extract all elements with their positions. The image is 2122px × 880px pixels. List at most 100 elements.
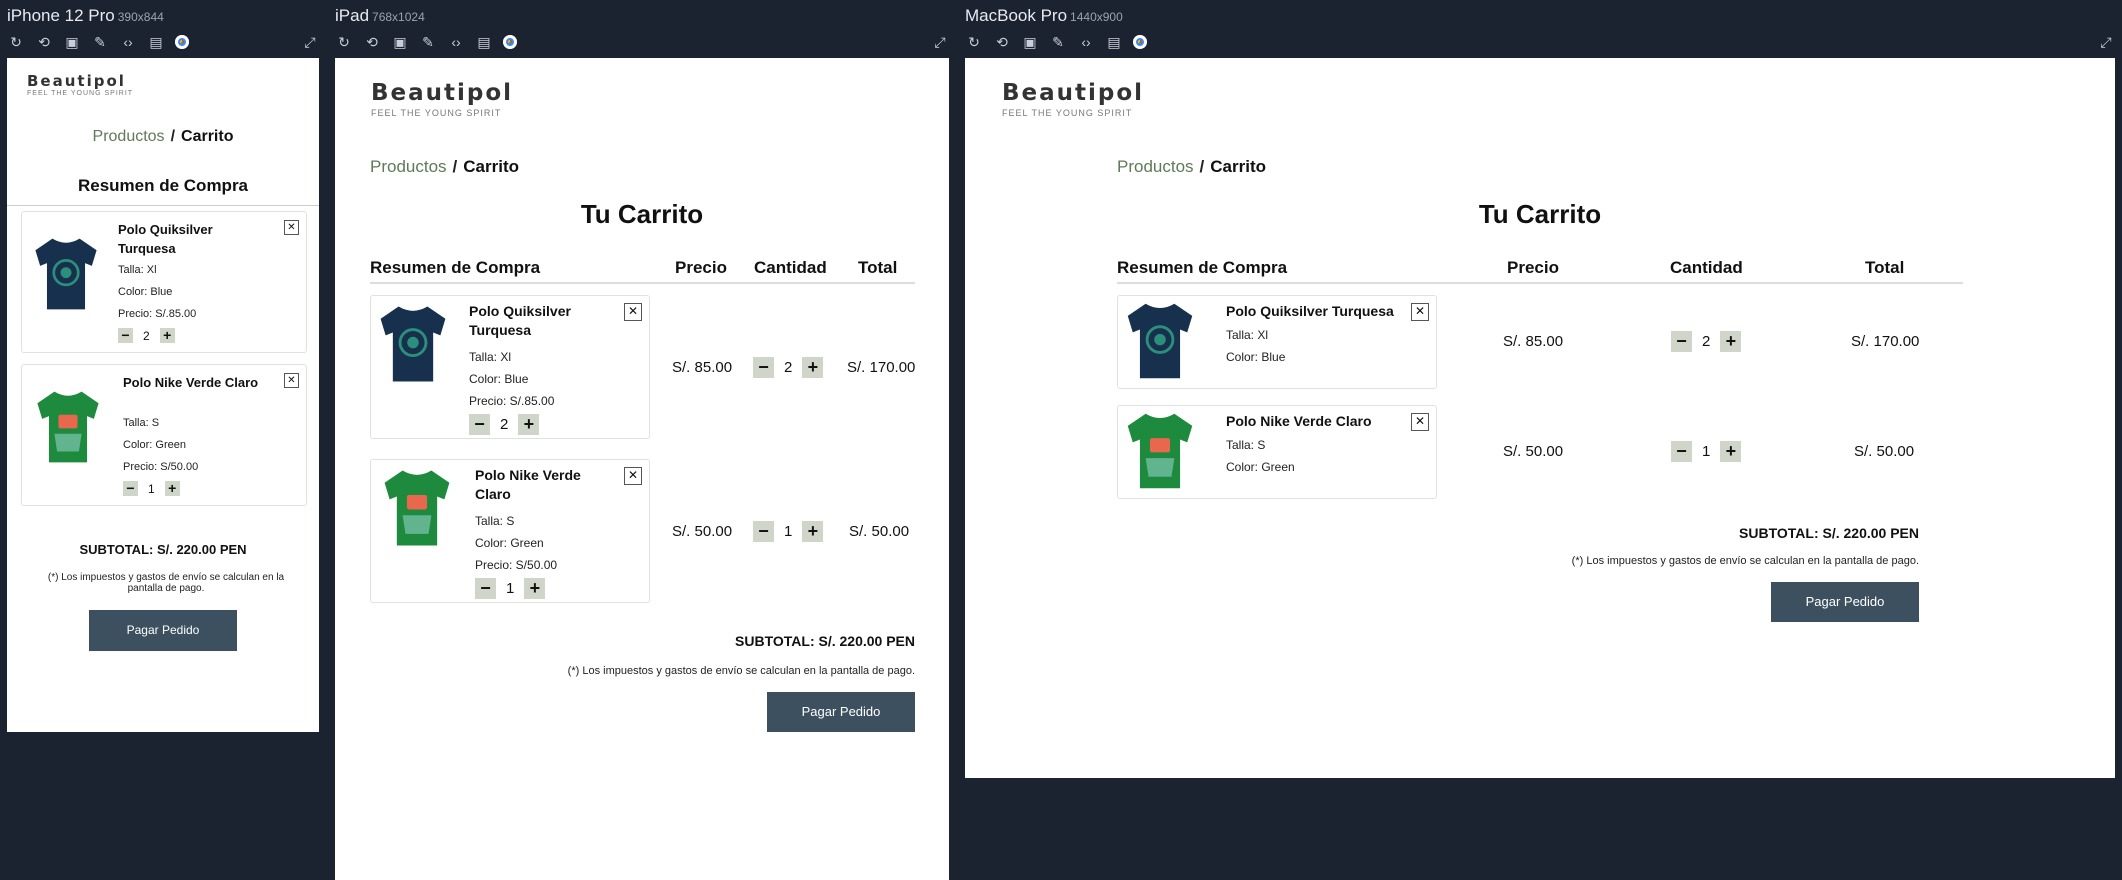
column-summary: Resumen de Compra [1117,258,1288,277]
item-price: S/. 85.00 [672,359,733,376]
pay-order-button[interactable]: Pagar Pedido [1771,582,1919,622]
eyedropper-icon[interactable]: ✎ [91,33,109,51]
pay-order-button[interactable]: Pagar Pedido [89,610,237,651]
increase-quantity-button[interactable]: + [524,578,546,599]
product-shirt-image [380,306,446,382]
remove-item-button[interactable]: ✕ [624,467,642,485]
remove-item-button[interactable]: ✕ [284,220,299,235]
increase-quantity-button[interactable]: + [1720,441,1742,462]
camera-rotate-icon[interactable]: ⟲ [35,33,53,51]
logo-text: Beautipol [27,72,126,90]
decrease-quantity-button[interactable]: − [1671,331,1692,352]
subtotal: SUBTOTAL: S/. 220.00 PEN [79,542,247,557]
fullscreen-icon[interactable]: ⤢ [931,33,949,51]
quantity-value: 1 [1702,443,1711,460]
cart-title: Tu Carrito [1478,199,1602,229]
product-name[interactable]: Polo Nike Verde Claro [475,466,605,504]
breadcrumb-productos-link[interactable]: Productos [93,128,165,145]
logo-text: Beautipol [371,80,514,106]
code-icon[interactable]: ‹› [119,33,137,51]
eyedropper-icon[interactable]: ✎ [1049,33,1067,51]
refresh-icon[interactable]: ↻ [965,33,983,51]
camera-rotate-icon[interactable]: ⟲ [363,33,381,51]
decrease-quantity-button[interactable]: − [1671,441,1692,462]
product-name[interactable]: Polo Quiksilver Turquesa [118,220,268,258]
product-name[interactable]: Polo Nike Verde Claro [123,373,273,392]
code-icon[interactable]: ‹› [447,33,465,51]
breadcrumb: Productos / Carrito [7,128,319,146]
screenshot-icon[interactable]: ▣ [391,33,409,51]
cart-item: Polo Quiksilver Turquesa Talla: Xl Color… [1117,295,1437,389]
decrease-quantity-button[interactable]: − [469,414,490,435]
increase-quantity-button[interactable]: + [1720,331,1742,352]
remove-item-button[interactable]: ✕ [624,303,642,321]
breadcrumb-productos-link[interactable]: Productos [1117,157,1194,176]
increase-quantity-button[interactable]: + [164,481,180,496]
breadcrumb-productos-link[interactable]: Productos [370,157,447,176]
ipad-device-frame: iPad 768x1024 ↻ ⟲ ▣ ✎ ‹› ▤ ⤢ Beautipol FE… [335,0,949,880]
cart-title: Tu Carrito [580,199,704,229]
screenshot-icon[interactable]: ▣ [1021,33,1039,51]
remove-item-button[interactable]: ✕ [1411,303,1429,321]
refresh-icon[interactable]: ↻ [335,33,353,51]
chrome-icon[interactable] [1133,35,1147,49]
fullscreen-icon[interactable]: ⤢ [2097,33,2115,51]
decrease-quantity-button[interactable]: − [753,521,774,542]
screenshot-icon[interactable]: ▣ [63,33,81,51]
layout-icon[interactable]: ▤ [1105,33,1123,51]
logo[interactable]: Beautipol FEEL THE YOUNG SPIRIT [1002,80,1144,118]
tax-note: (*) Los impuestos y gastos de envío se c… [567,665,915,677]
column-price: Precio [1507,258,1559,277]
fullscreen-icon[interactable]: ⤢ [301,33,319,51]
quantity-stepper: − 2 + [1671,331,1742,352]
device-toolbar: ↻ ⟲ ▣ ✎ ‹› ▤ [335,33,517,51]
product-size: Talla: Xl [118,264,157,276]
remove-item-button[interactable]: ✕ [1411,413,1429,431]
quantity-value: 1 [148,481,155,496]
tax-note: (*) Los impuestos y gastos de envío se c… [1571,555,1919,567]
increase-quantity-button[interactable]: + [518,414,540,435]
eyedropper-icon[interactable]: ✎ [419,33,437,51]
cart-item: Polo Nike Verde Claro Talla: S Color: Gr… [1117,405,1437,499]
quantity-stepper: − 1 + [475,578,546,599]
breadcrumb-current: Carrito [181,128,234,145]
quantity-value: 1 [506,580,515,597]
summary-title: Resumen de Compra [77,176,249,195]
quantity-stepper: − 2 + [118,328,175,343]
logo[interactable]: Beautipol FEEL THE YOUNG SPIRIT [371,80,513,118]
product-name[interactable]: Polo Quiksilver Turquesa [469,302,609,340]
decrease-quantity-button[interactable]: − [123,481,138,496]
item-total: S/. 50.00 [849,523,910,540]
breadcrumb: Productos / Carrito [370,157,519,177]
decrease-quantity-button[interactable]: − [118,328,133,343]
chrome-icon[interactable] [503,35,517,49]
device-dims: 390x844 [117,10,164,24]
pay-order-button[interactable]: Pagar Pedido [767,692,915,732]
code-icon[interactable]: ‹› [1077,33,1095,51]
logo[interactable]: Beautipol FEEL THE YOUNG SPIRIT [27,72,133,97]
quantity-stepper: − 1 + [123,481,180,496]
layout-icon[interactable]: ▤ [147,33,165,51]
refresh-icon[interactable]: ↻ [7,33,25,51]
product-unit-price: Precio: S/50.00 [123,461,199,473]
product-unit-price: Precio: S/.85.00 [469,394,555,408]
item-price: S/. 85.00 [1503,333,1564,350]
logo-text: Beautipol [1002,80,1145,106]
product-name[interactable]: Polo Nike Verde Claro [1226,412,1372,431]
remove-item-button[interactable]: ✕ [284,373,299,388]
increase-quantity-button[interactable]: + [802,521,824,542]
camera-rotate-icon[interactable]: ⟲ [993,33,1011,51]
increase-quantity-button[interactable]: + [159,328,175,343]
product-size: Talla: S [123,417,160,429]
macbook-device-frame: MacBook Pro 1440x900 ↻ ⟲ ▣ ✎ ‹› ▤ ⤢ Beaut… [965,0,2115,778]
decrease-quantity-button[interactable]: − [475,578,496,599]
product-name[interactable]: Polo Quiksilver Turquesa [1226,302,1394,321]
chrome-icon[interactable] [175,35,189,49]
item-price: S/. 50.00 [1503,443,1564,460]
breadcrumb-separator: / [1199,157,1205,176]
product-image [32,232,100,316]
layout-icon[interactable]: ▤ [475,33,493,51]
breadcrumb-separator: / [170,128,176,145]
increase-quantity-button[interactable]: + [802,357,824,378]
decrease-quantity-button[interactable]: − [753,357,774,378]
